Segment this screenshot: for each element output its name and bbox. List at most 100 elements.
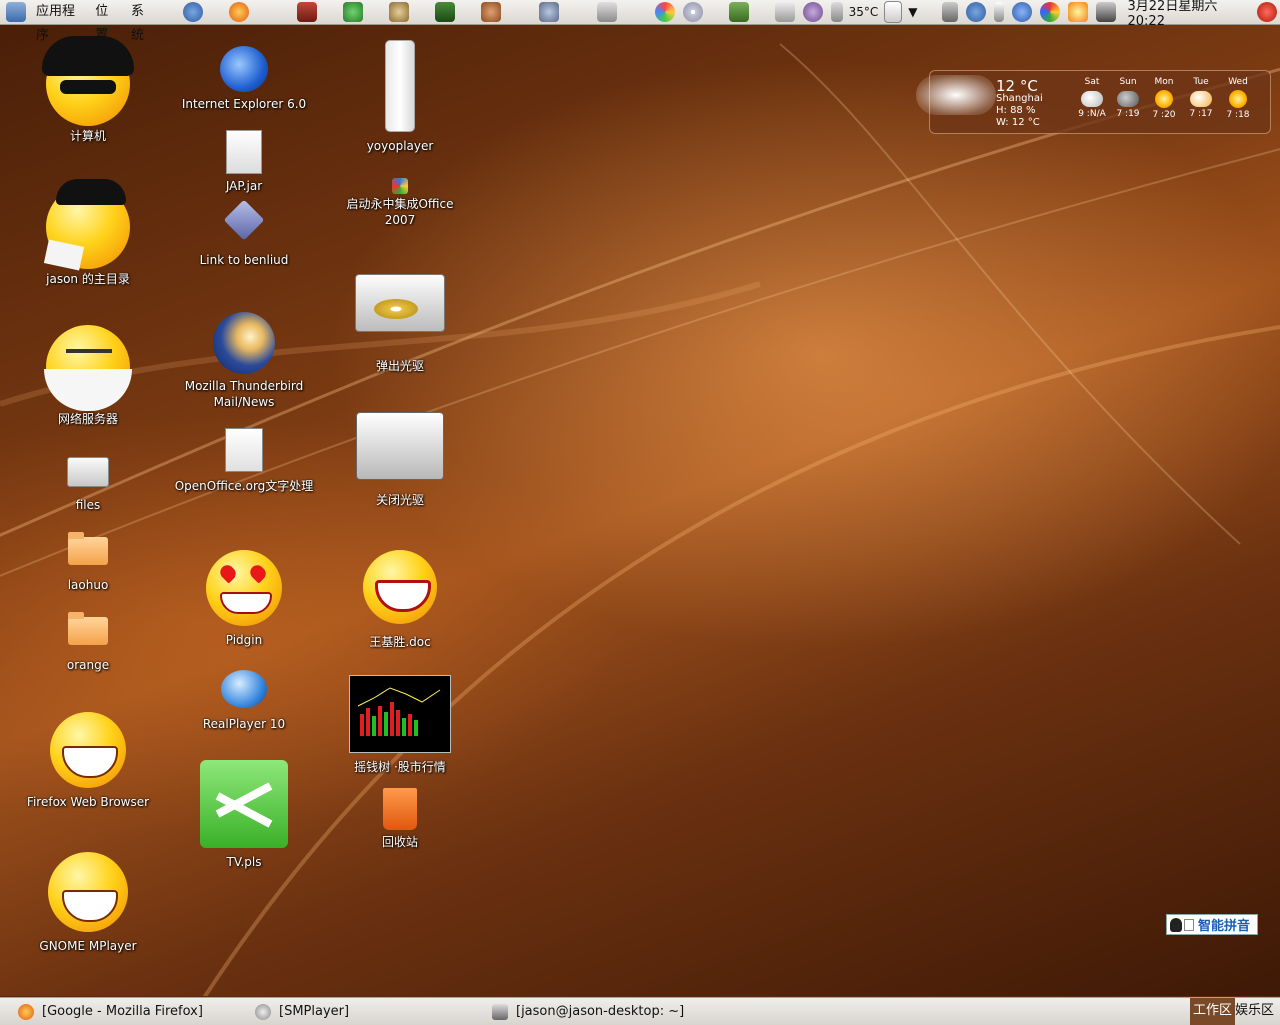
desktop-icon-computer[interactable]: 计算机	[18, 36, 158, 144]
desktop-icon-files[interactable]: files	[18, 455, 158, 513]
drive-icon	[67, 457, 109, 487]
desktop-icon-label: yoyoplayer	[366, 139, 434, 153]
desktop-icon-wangjisheng-doc[interactable]: 王基胜.doc	[330, 550, 470, 650]
desktop-icon-yoyoplayer[interactable]: yoyoplayer	[330, 40, 470, 154]
desktop-icon-realplayer[interactable]: RealPlayer 10	[174, 670, 314, 732]
forecast-range: 7 :20	[1146, 110, 1182, 120]
desktop-icon-label: 启动永中集成Office 2007	[346, 197, 454, 227]
desktop-icon-office2007[interactable]: 启动永中集成Office 2007	[330, 178, 470, 228]
launcher-firefox-icon[interactable]	[182, 2, 203, 22]
tray-network-icon[interactable]	[1095, 2, 1116, 22]
forecast-range: 7 :17	[1183, 109, 1219, 119]
forecast-range: 7 :19	[1110, 109, 1146, 119]
sunny-icon	[1229, 90, 1247, 108]
desktop-icon-label: 摇钱树 ·股市行情	[354, 760, 446, 774]
desktop-icon-gnome-mplayer[interactable]: GNOME MPlayer	[18, 852, 158, 954]
launcher-settings-icon[interactable]	[388, 2, 409, 22]
firefox-icon	[18, 1004, 34, 1020]
desktop-icon-label: 回收站	[381, 835, 418, 849]
desktop-icon-pidgin[interactable]: Pidgin	[174, 550, 314, 648]
desktop-icon-close-cdrom[interactable]: 关闭光驱	[330, 412, 470, 508]
taskbar-item-terminal[interactable]: [jason@jason-desktop: ~]	[492, 1001, 684, 1023]
launcher-printer-icon[interactable]	[774, 2, 795, 22]
launcher-system-monitor-icon[interactable]	[434, 2, 455, 22]
cdrom-closed-icon	[356, 412, 444, 480]
laugh-smiley-icon	[363, 550, 437, 624]
input-method-indicator[interactable]: 智能拼音	[1166, 914, 1258, 935]
workspace-1[interactable]: 工作区	[1190, 998, 1236, 1025]
forecast-low: 7 :	[1152, 110, 1165, 120]
desktop-icon-label: GNOME MPlayer	[39, 939, 137, 953]
launcher-cd-icon[interactable]	[682, 2, 703, 22]
taskbar-item-firefox[interactable]: [Google - Mozilla Firefox]	[18, 1001, 203, 1023]
launcher-paint-icon[interactable]	[654, 2, 675, 22]
desktop-icon-stock-market[interactable]: 摇钱树 ·股市行情	[330, 675, 470, 775]
desktop-icon-eject-cdrom[interactable]: 弹出光驱	[330, 274, 470, 374]
task-label: [jason@jason-desktop: ~]	[516, 1004, 685, 1019]
desktop-icon-network[interactable]: 网络服务器	[18, 325, 158, 427]
launcher-firefox-orange-icon[interactable]	[228, 2, 249, 22]
main-menu-icon[interactable]	[6, 2, 26, 22]
desktop-icon-firefox[interactable]: Firefox Web Browser	[18, 712, 158, 810]
desktop-icon-thunderbird[interactable]: Mozilla Thunderbird Mail/News	[174, 312, 314, 410]
forecast-high: 17	[1201, 109, 1213, 119]
workspace-2[interactable]: 娱乐区	[1232, 998, 1277, 1025]
launcher-speaker-icon[interactable]	[596, 2, 617, 22]
desktop-icon-trash[interactable]: 回收站	[330, 788, 470, 850]
forecast-day-name: Sat	[1084, 77, 1100, 87]
ipod-icon	[385, 40, 415, 132]
desktop-icon-label: TV.pls	[226, 855, 262, 869]
desktop-icon-openoffice-writer[interactable]: OpenOffice.org文字处理	[174, 428, 314, 494]
desktop-icon-label: 弹出光驱	[375, 359, 424, 373]
forecast-day-name: Tue	[1193, 77, 1209, 87]
cloud-icon	[916, 75, 996, 115]
tray-firefox-icon[interactable]	[965, 2, 986, 22]
volume-icon[interactable]	[941, 2, 958, 22]
launcher-rabbit-icon[interactable]	[480, 2, 501, 22]
taskbar-item-smplayer[interactable]: [SMPlayer]	[255, 1001, 349, 1023]
desktop-icon-ie[interactable]: Internet Explorer 6.0	[174, 46, 314, 112]
desktop-icon-home[interactable]: jason 的主目录	[18, 179, 158, 287]
tray-browser-icon[interactable]	[1039, 2, 1060, 22]
desktop-icon-laohuo[interactable]: laohuo	[18, 532, 158, 593]
clock[interactable]: 3月22日星期六 20:22	[1128, 0, 1248, 29]
tray-star-icon[interactable]	[1067, 2, 1088, 22]
forecast-range: 7 :18	[1220, 110, 1256, 120]
desktop-icon-label: Pidgin	[225, 633, 263, 647]
desktop-icon-benliud-link[interactable]: Link to benliud	[174, 199, 314, 268]
forecast-low: 7 :	[1189, 109, 1202, 119]
menu-applications[interactable]: 应用程序	[30, 0, 89, 43]
tray-qq-icon[interactable]	[1011, 2, 1032, 22]
desktop-icon-label: 网络服务器	[57, 412, 118, 426]
desktop-icon-tv-pls[interactable]: TV.pls	[174, 760, 314, 870]
notification-icon[interactable]	[884, 1, 903, 23]
computer-smiley-icon	[42, 36, 134, 126]
home-smiley-icon	[43, 179, 130, 271]
menu-system[interactable]: 系统	[125, 0, 161, 43]
chevron-down-icon[interactable]: ▼	[908, 5, 917, 19]
shutdown-icon[interactable]	[1257, 2, 1277, 22]
desktop-icon-label: JAP.jar	[225, 179, 263, 193]
temperature-readout[interactable]: 35°C	[849, 5, 879, 19]
bottom-panel: [Google - Mozilla Firefox] [SMPlayer] [j…	[0, 997, 1280, 1025]
forecast-day-name: Sun	[1119, 77, 1137, 87]
terminal-icon	[492, 1004, 508, 1020]
launcher-contacts-icon[interactable]	[342, 2, 363, 22]
launcher-book-icon[interactable]	[728, 2, 749, 22]
menu-places[interactable]: 位置	[89, 0, 125, 43]
launcher-pidgin-icon[interactable]	[802, 2, 823, 22]
shuffle-icon	[200, 760, 288, 848]
desktop-icon-jap-jar[interactable]: JAP.jar	[174, 130, 314, 194]
forecast-low: 9 :	[1078, 109, 1090, 119]
forecast-day-name: Wed	[1228, 77, 1248, 87]
forecast-low: 7 :	[1116, 109, 1129, 119]
input-method-label: 智能拼音	[1198, 919, 1251, 934]
desktop-icon-label: 关闭光驱	[375, 493, 424, 507]
launcher-monitor-icon[interactable]	[296, 2, 317, 22]
office-icon	[392, 178, 408, 194]
weather-widget[interactable]: 12 °C Shanghai H: 88 % W: 12 °C Sat 9 :N…	[916, 70, 1271, 134]
forecast-day: Tue 7 :17	[1183, 77, 1219, 119]
tray-phone-icon[interactable]	[993, 2, 1004, 22]
launcher-users-icon[interactable]	[538, 2, 559, 22]
desktop-icon-orange[interactable]: orange	[18, 612, 158, 673]
